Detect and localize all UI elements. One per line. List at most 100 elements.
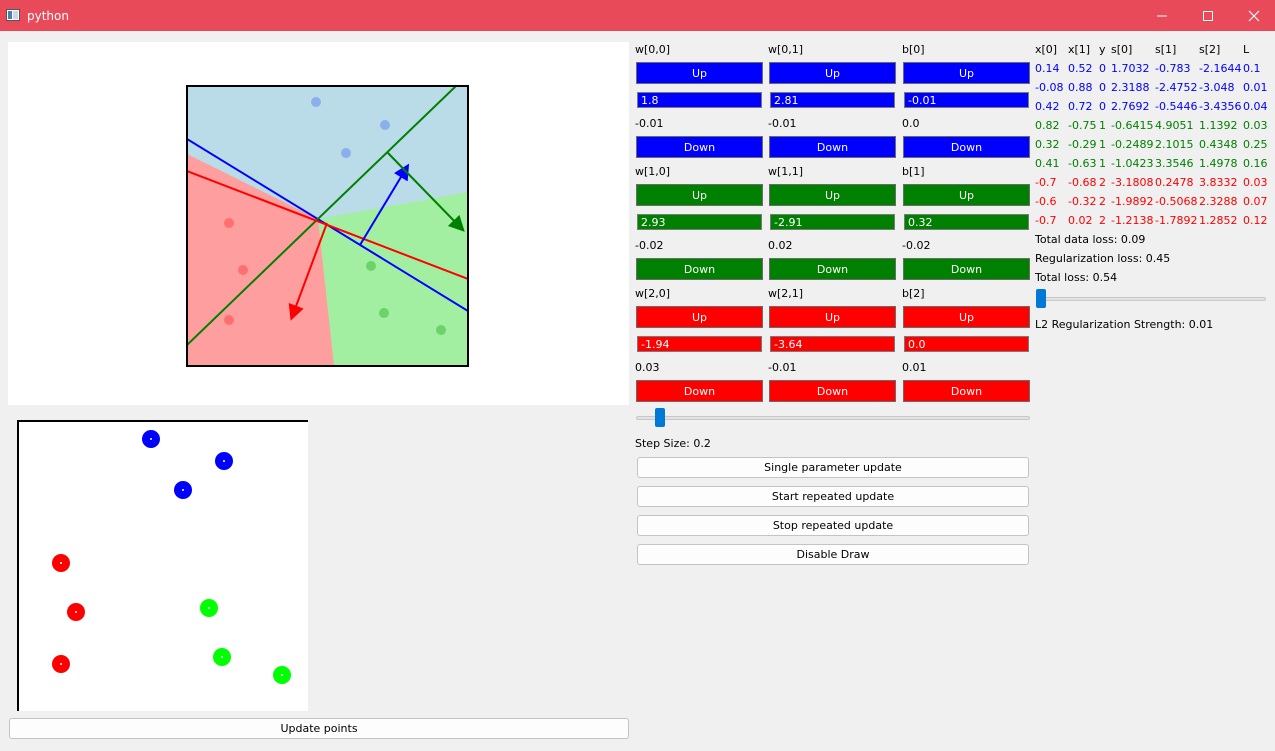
draggable-point[interactable]: [215, 452, 233, 470]
maximize-button[interactable]: [1185, 0, 1231, 31]
draggable-point[interactable]: [67, 603, 85, 621]
plot-point: [224, 315, 234, 325]
table-header: s[2]: [1199, 43, 1221, 56]
w21-up-button[interactable]: Up: [769, 306, 896, 328]
w00-value-field[interactable]: 1.8: [635, 90, 764, 110]
w20-value-field[interactable]: -1.94: [635, 334, 764, 354]
scores-table: x[0] x[1] y s[0] s[1] s[2] L 0.14 0.52 0 1.7032 -0.…: [1035, 42, 1270, 232]
close-button[interactable]: [1231, 0, 1275, 31]
b2-down-button[interactable]: Down: [903, 380, 1030, 402]
l2-strength-slider-handle[interactable]: [1036, 289, 1046, 308]
b1-up-button[interactable]: Up: [903, 184, 1030, 206]
table-cell: 0.03: [1243, 176, 1268, 189]
b0-value-field[interactable]: -0.01: [902, 90, 1031, 110]
table-cell: 2: [1099, 214, 1106, 227]
table-cell: 3.8332: [1199, 176, 1238, 189]
table-header: s[1]: [1155, 43, 1177, 56]
table-cell: 0.41: [1035, 157, 1060, 170]
w21-down-button[interactable]: Down: [769, 380, 896, 402]
w10-up-button[interactable]: Up: [636, 184, 763, 206]
table-cell: -3.1808: [1111, 176, 1154, 189]
update-points-button[interactable]: Update points: [9, 718, 629, 739]
table-cell: 0.1: [1243, 62, 1261, 75]
table-cell: 0.16: [1243, 157, 1268, 170]
table-cell: 1.7032: [1111, 62, 1150, 75]
table-cell: 0: [1099, 81, 1106, 94]
w21-grad: -0.01: [768, 361, 797, 374]
w01-value-field[interactable]: 2.81: [768, 90, 897, 110]
w11-down-button[interactable]: Down: [769, 258, 896, 280]
table-cell: -1.7892: [1155, 214, 1198, 227]
title-bar: python: [0, 0, 1275, 31]
w20-down-button[interactable]: Down: [636, 380, 763, 402]
table-cell: 0.25: [1243, 138, 1268, 151]
points-editor-canvas[interactable]: [17, 420, 308, 711]
l2-strength-slider[interactable]: [1036, 297, 1266, 301]
draggable-point[interactable]: [213, 648, 231, 666]
table-cell: 2: [1099, 176, 1106, 189]
table-cell: 2: [1099, 195, 1106, 208]
w11-value-field[interactable]: -2.91: [768, 212, 897, 232]
w00-down-button[interactable]: Down: [636, 136, 763, 158]
stop-repeated-button[interactable]: Stop repeated update: [637, 515, 1029, 536]
table-cell: 0.42: [1035, 100, 1060, 113]
draggable-point[interactable]: [273, 666, 291, 684]
plot-point: [341, 148, 351, 158]
table-cell: -3.4356: [1199, 100, 1242, 113]
points-editor-svg: [17, 420, 308, 711]
table-cell: 0.02: [1068, 214, 1093, 227]
plot-point: [379, 308, 389, 318]
table-cell: 0.52: [1068, 62, 1093, 75]
table-cell: 0.2478: [1155, 176, 1194, 189]
plot-point: [224, 218, 234, 228]
w00-up-button[interactable]: Up: [636, 62, 763, 84]
b2-up-button[interactable]: Up: [903, 306, 1030, 328]
b2-value-field[interactable]: 0.0: [902, 334, 1031, 354]
param-label-w20: w[2,0]: [635, 287, 671, 300]
w01-up-button[interactable]: Up: [769, 62, 896, 84]
total-loss: Total loss: 0.54: [1035, 271, 1118, 284]
table-cell: 0.03: [1243, 119, 1268, 132]
step-size-slider-handle[interactable]: [655, 408, 666, 427]
b0-up-button[interactable]: Up: [903, 62, 1030, 84]
table-cell: 0.82: [1035, 119, 1060, 132]
b1-down-button[interactable]: Down: [903, 258, 1030, 280]
table-cell: -0.7: [1035, 214, 1057, 227]
draggable-point[interactable]: [200, 599, 218, 617]
table-cell: -0.32: [1068, 195, 1097, 208]
param-label-b2: b[2]: [902, 287, 925, 300]
table-cell: 0.07: [1243, 195, 1268, 208]
draggable-point[interactable]: [142, 430, 160, 448]
param-label-b0: b[0]: [902, 43, 925, 56]
w20-up-button[interactable]: Up: [636, 306, 763, 328]
w10-value-field[interactable]: 2.93: [635, 212, 764, 232]
w10-down-button[interactable]: Down: [636, 258, 763, 280]
b0-down-button[interactable]: Down: [903, 136, 1030, 158]
single-update-button[interactable]: Single parameter update: [637, 457, 1029, 478]
plot-point: [436, 325, 446, 335]
table-cell: -0.7: [1035, 176, 1057, 189]
table-cell: -1.9892: [1111, 195, 1154, 208]
w11-up-button[interactable]: Up: [769, 184, 896, 206]
draggable-point[interactable]: [174, 481, 192, 499]
table-cell: 0.01: [1243, 81, 1268, 94]
table-cell: -0.783: [1155, 62, 1191, 75]
param-label-w10: w[1,0]: [635, 165, 671, 178]
w21-value-field[interactable]: -3.64: [768, 334, 897, 354]
draggable-point[interactable]: [52, 554, 70, 572]
disable-draw-button[interactable]: Disable Draw: [637, 544, 1029, 565]
table-cell: 0.72: [1068, 100, 1093, 113]
table-cell: 0.32: [1035, 138, 1060, 151]
b1-value-field[interactable]: 0.32: [902, 212, 1031, 232]
table-cell: 2.3188: [1111, 81, 1150, 94]
table-cell: 0.04: [1243, 100, 1268, 113]
w01-down-button[interactable]: Down: [769, 136, 896, 158]
draggable-point[interactable]: [52, 655, 70, 673]
minimize-button[interactable]: [1139, 0, 1185, 31]
step-size-slider[interactable]: [636, 416, 1030, 420]
table-cell: -0.6: [1035, 195, 1057, 208]
minimize-icon: [1157, 15, 1167, 16]
param-label-w00: w[0,0]: [635, 43, 671, 56]
start-repeated-button[interactable]: Start repeated update: [637, 486, 1029, 507]
table-cell: 1: [1099, 119, 1106, 132]
